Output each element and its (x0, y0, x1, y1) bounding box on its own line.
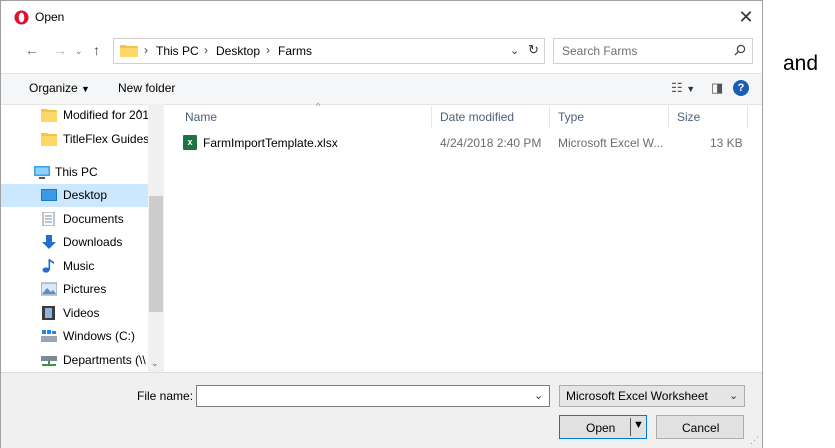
cancel-label: Cancel (682, 421, 720, 435)
sidebar-item-documents[interactable]: Documents (1, 208, 148, 231)
refresh-icon[interactable]: ↻ (528, 42, 539, 58)
title-bar: Open ✕ (1, 1, 762, 33)
sidebar-item-label: Videos (63, 306, 100, 320)
file-row[interactable]: x FarmImportTemplate.xlsx 4/24/2018 2:40… (169, 132, 762, 154)
close-button[interactable]: ✕ (734, 6, 758, 28)
excel-file-icon: x (183, 135, 197, 150)
breadcrumb-separator-icon: › (266, 43, 270, 57)
back-arrow-icon[interactable]: ← (25, 42, 39, 58)
organize-button[interactable]: Organize ▼ (29, 81, 90, 95)
folder-icon (41, 133, 57, 146)
file-size: 13 KB (710, 136, 743, 150)
column-divider[interactable] (668, 106, 669, 128)
scroll-up-icon: ^ (137, 108, 142, 118)
file-date: 4/24/2018 2:40 PM (440, 136, 542, 150)
sidebar-item-videos[interactable]: Videos (1, 302, 148, 325)
address-dropdown-icon[interactable]: ⌄ (510, 44, 519, 57)
file-name: FarmImportTemplate.xlsx (203, 136, 338, 150)
command-toolbar: Organize ▼ New folder ☷ ▼ ◨ ? (1, 73, 762, 105)
file-type: Microsoft Excel W... (558, 136, 664, 150)
desktop-icon (41, 189, 57, 201)
scroll-down-icon[interactable]: ⌄ (151, 358, 159, 369)
open-button[interactable]: Open ▼ (559, 415, 647, 439)
sort-ascending-icon: ^ (316, 101, 321, 111)
sidebar-item-downloads[interactable]: Downloads (1, 231, 148, 254)
bottom-panel: File name: ⌄ Microsoft Excel Worksheet ⌄… (1, 372, 762, 448)
breadcrumb-separator-icon: › (144, 43, 148, 57)
file-type-select[interactable]: Microsoft Excel Worksheet ⌄ (559, 385, 745, 407)
up-arrow-icon[interactable]: ↑ (93, 42, 100, 58)
sidebar-item-label: Documents (63, 212, 124, 226)
breadcrumb-separator-icon: › (204, 43, 208, 57)
downloads-icon (42, 235, 56, 249)
help-icon[interactable]: ? (733, 80, 749, 96)
sidebar-item-pictures[interactable]: Pictures (1, 278, 148, 301)
search-icon (734, 44, 746, 56)
sidebar-item-label: Downloads (63, 235, 123, 249)
opera-icon (14, 10, 29, 25)
open-file-dialog: Open ✕ ← → ⌄ ↑ › This PC › Desktop › Far… (0, 0, 763, 448)
sidebar-item-label: Departments (\\ (63, 353, 146, 367)
column-divider[interactable] (747, 106, 748, 128)
column-divider[interactable] (431, 106, 432, 128)
drive-icon (41, 330, 57, 342)
view-options-icon[interactable]: ☷ ▼ (671, 80, 695, 96)
pictures-icon (41, 282, 57, 296)
column-header-date[interactable]: Date modified (440, 110, 514, 124)
sidebar-item-modified[interactable]: Modified for 201 ^ (1, 104, 149, 127)
background-text: and (783, 52, 819, 75)
breadcrumb-farms[interactable]: Farms (278, 44, 312, 58)
sidebar-item-this-pc[interactable]: This PC (1, 161, 148, 184)
file-name-dropdown-icon[interactable]: ⌄ (534, 389, 543, 402)
sidebar-item-label: Windows (C:) (63, 329, 136, 343)
sidebar-scrollbar[interactable]: ⌄ (148, 104, 164, 372)
sidebar-item-titleflex-guides[interactable]: TitleFlex Guides (1, 128, 150, 151)
organize-label: Organize (29, 81, 78, 95)
forward-arrow-icon[interactable]: → (53, 42, 67, 58)
sidebar-item-departments[interactable]: Departments (\\ (1, 349, 148, 372)
search-box[interactable]: Search Farms (553, 38, 753, 64)
chevron-down-icon: ⌄ (729, 390, 739, 402)
sidebar-item-label: Music (63, 259, 95, 273)
open-label: Open (586, 421, 616, 435)
computer-icon (34, 166, 50, 179)
file-name-label: File name: (137, 389, 194, 403)
sidebar-item-desktop[interactable]: Desktop (1, 184, 148, 207)
dropdown-arrow-icon: ▼ (81, 84, 90, 94)
column-header-type[interactable]: Type (558, 110, 584, 124)
breadcrumb-desktop[interactable]: Desktop (216, 44, 260, 58)
file-list: ^ Name Date modified Type Size x FarmImp… (169, 101, 762, 372)
folder-icon (41, 109, 57, 122)
open-options-dropdown-icon[interactable]: ▼ (633, 419, 644, 431)
column-header-size[interactable]: Size (677, 110, 700, 124)
address-bar[interactable]: › This PC › Desktop › Farms ⌄ ↻ (113, 38, 545, 64)
navigation-pane: Modified for 201 ^ TitleFlex Guides This… (1, 104, 165, 372)
search-input[interactable]: Search Farms (562, 44, 637, 58)
sidebar-item-label: Desktop (63, 188, 108, 202)
file-name-input[interactable]: ⌄ (196, 385, 550, 407)
sidebar-item-label: TitleFlex Guides (63, 132, 150, 146)
documents-icon (42, 212, 55, 226)
sidebar-item-label: Pictures (63, 282, 107, 296)
preview-pane-icon[interactable]: ◨ (711, 80, 723, 96)
scrollbar-thumb[interactable] (149, 196, 163, 312)
folder-icon (120, 45, 138, 57)
recent-locations-icon[interactable]: ⌄ (75, 46, 83, 57)
music-icon (42, 259, 54, 273)
column-header-name[interactable]: Name (185, 110, 217, 124)
sidebar-item-windows-c[interactable]: Windows (C:) (1, 325, 148, 348)
resize-grip-icon[interactable]: ⋰ (750, 435, 759, 446)
window-title: Open (35, 10, 65, 24)
file-type-value: Microsoft Excel Worksheet (566, 389, 708, 403)
new-folder-button[interactable]: New folder (118, 81, 175, 95)
breadcrumb-this-pc[interactable]: This PC (156, 44, 199, 58)
sidebar-item-music[interactable]: Music (1, 255, 148, 278)
sidebar-item-label: This PC (55, 165, 98, 179)
videos-icon (42, 306, 55, 320)
network-drive-icon (41, 356, 57, 366)
cancel-button[interactable]: Cancel (656, 415, 744, 439)
column-divider[interactable] (549, 106, 550, 128)
split-divider (630, 418, 631, 436)
